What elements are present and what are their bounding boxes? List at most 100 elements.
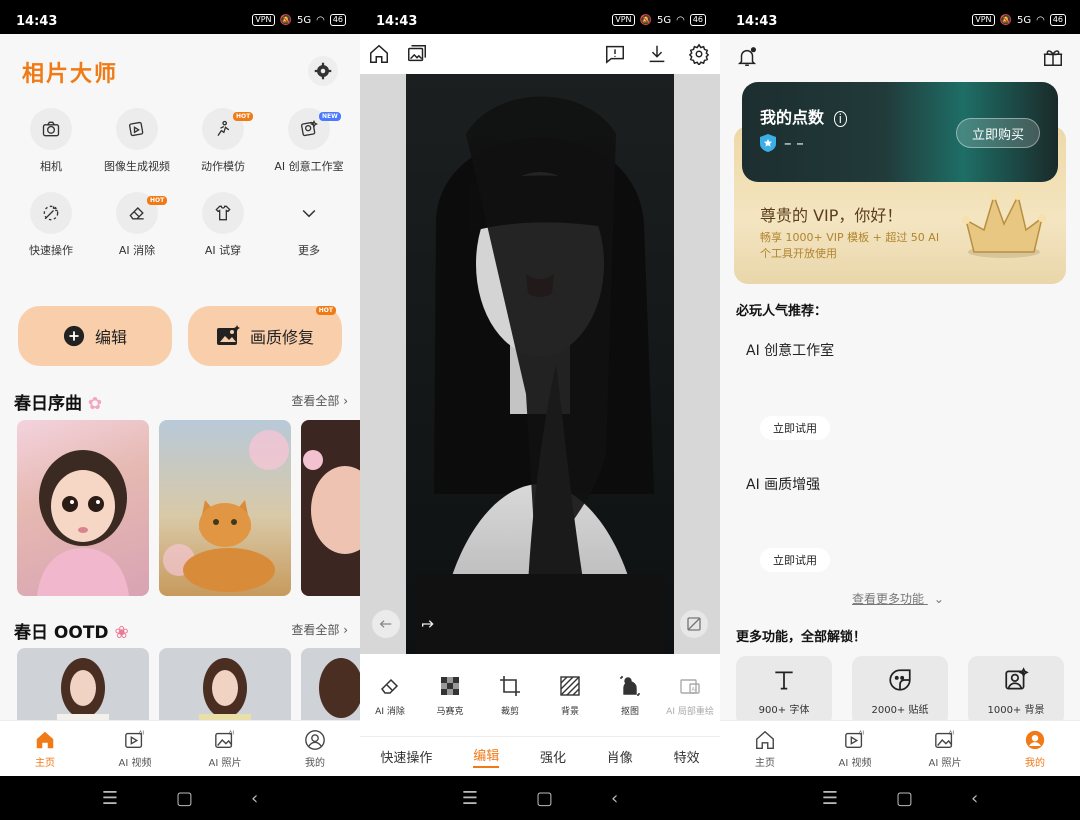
- buy-button[interactable]: 立即购买: [956, 118, 1040, 148]
- tab-ai-photo[interactable]: AI AI 照片: [900, 721, 990, 776]
- menu-icon[interactable]: ☰: [822, 788, 838, 809]
- template-thumbnail: [301, 420, 360, 596]
- template-card[interactable]: [301, 420, 360, 596]
- tab-ai-video[interactable]: AI AI 视频: [810, 721, 900, 776]
- feature-card-fonts[interactable]: 900+ 字体: [736, 656, 832, 726]
- back-icon[interactable]: ‹: [971, 788, 978, 809]
- compare-button[interactable]: [680, 610, 708, 638]
- undo-button[interactable]: [372, 610, 400, 638]
- tool-cutout[interactable]: 抠图: [601, 674, 659, 717]
- tool-crop[interactable]: 裁剪: [481, 674, 539, 717]
- motion-icon: [217, 120, 230, 137]
- template-card[interactable]: [159, 648, 291, 728]
- hot-badge: HOT: [147, 196, 168, 205]
- menu-icon[interactable]: ☰: [462, 788, 478, 809]
- system-nav-bar: ☰ ▢ ‹: [0, 776, 360, 820]
- points-value: – –: [760, 134, 804, 152]
- home-square-icon[interactable]: ▢: [896, 788, 913, 809]
- enhance-button[interactable]: 画质修复 HOT: [188, 306, 342, 366]
- feature-ai-erase[interactable]: AI 消除 HOT: [94, 192, 180, 258]
- template-card[interactable]: [301, 648, 360, 728]
- home-icon[interactable]: [368, 43, 390, 65]
- tab-effects[interactable]: 特效: [674, 747, 700, 766]
- blossom-icon: ✿: [87, 394, 103, 414]
- tab-ai-photo[interactable]: AI AI 照片: [180, 721, 270, 776]
- tab-enhance[interactable]: 强化: [540, 747, 566, 766]
- tab-ai-video[interactable]: AI AI 视频: [90, 721, 180, 776]
- template-card[interactable]: [159, 420, 291, 596]
- recommend-item[interactable]: AI 创意工作室 立即试用: [736, 326, 1064, 450]
- feature-ai-studio[interactable]: AI 创意工作室 NEW: [266, 108, 352, 174]
- gift-icon[interactable]: [1042, 46, 1064, 68]
- mute-icon: 🔕: [639, 14, 652, 26]
- template-thumbnail: [163, 430, 289, 592]
- tab-edit[interactable]: 编辑: [473, 745, 500, 768]
- profile-icon: [305, 729, 325, 750]
- feature-image-to-video[interactable]: 图像生成视频: [94, 108, 180, 174]
- recommend-item[interactable]: AI 画质增强 立即试用: [736, 460, 1064, 584]
- section-title: 春日序曲 ✿: [14, 394, 103, 414]
- feature-quick-actions[interactable]: 快速操作: [8, 192, 94, 258]
- feature-card-stickers[interactable]: 2000+ 贴纸: [852, 656, 948, 726]
- mosaic-icon: [441, 676, 459, 695]
- home-screen: 14:43 VPN 🔕 5G ◠ 46 相片大师 相机 图像生成视频 动作模仿 …: [0, 0, 360, 820]
- chevron-right-icon: ›: [343, 394, 348, 408]
- profile-screen: 14:43 VPN 🔕 5G ◠ 46 尊贵的 VIP，你好！ 畅享 1000+…: [720, 0, 1080, 820]
- feature-label: AI 试穿: [204, 244, 242, 257]
- template-card[interactable]: [17, 420, 149, 596]
- new-badge: NEW: [319, 112, 341, 121]
- profile-icon: [1025, 730, 1045, 749]
- settings-button[interactable]: [308, 56, 338, 86]
- see-all-link[interactable]: 查看全部 ›: [291, 621, 348, 638]
- gallery-icon[interactable]: [406, 43, 428, 65]
- info-icon[interactable]: i: [833, 111, 847, 127]
- feature-card-backgrounds[interactable]: 1000+ 背景: [968, 656, 1064, 726]
- try-button[interactable]: 立即试用: [760, 416, 830, 440]
- redo-icon: [422, 620, 434, 628]
- vpn-icon: VPN: [972, 14, 995, 26]
- svg-text:AI: AI: [229, 730, 235, 736]
- download-icon[interactable]: [646, 43, 668, 65]
- template-card[interactable]: [17, 648, 149, 728]
- see-all-link[interactable]: 查看全部 ›: [291, 392, 348, 409]
- feature-camera[interactable]: 相机: [8, 108, 94, 174]
- feedback-icon[interactable]: [604, 43, 626, 65]
- feature-label: 动作模仿: [201, 160, 245, 173]
- tool-mosaic[interactable]: 马赛克: [421, 674, 479, 717]
- feature-more[interactable]: 更多: [266, 192, 352, 258]
- template-thumbnail: [57, 658, 109, 728]
- edited-photo[interactable]: [406, 74, 674, 654]
- back-icon[interactable]: ‹: [611, 788, 618, 809]
- menu-icon[interactable]: ☰: [102, 788, 118, 809]
- tab-home[interactable]: 主页: [720, 721, 810, 776]
- status-time: 14:43: [376, 14, 418, 29]
- status-bar: 14:43 VPN 🔕 5G ◠ 46: [0, 0, 360, 34]
- back-icon[interactable]: ‹: [251, 788, 258, 809]
- hot-badge: HOT: [315, 306, 336, 315]
- feature-motion[interactable]: 动作模仿 HOT: [180, 108, 266, 174]
- tab-mine[interactable]: 我的: [270, 721, 360, 776]
- recommend-title: 必玩人气推荐：: [736, 304, 828, 319]
- notification-bell-icon[interactable]: [736, 46, 758, 68]
- gear-icon[interactable]: [688, 43, 710, 65]
- feature-label: 相机: [40, 160, 62, 173]
- home-square-icon[interactable]: ▢: [176, 788, 193, 809]
- tab-mine[interactable]: 我的: [990, 721, 1080, 776]
- edit-button[interactable]: 编辑: [18, 306, 172, 366]
- mute-icon: 🔕: [999, 14, 1012, 26]
- tool-ai-erase[interactable]: AI 消除: [361, 674, 419, 717]
- redo-button[interactable]: [414, 610, 442, 638]
- try-button[interactable]: 立即试用: [760, 548, 830, 572]
- more-features-link[interactable]: 查看更多功能 ⌄: [852, 590, 944, 607]
- feature-ai-tryon[interactable]: AI 试穿: [180, 192, 266, 258]
- compare-icon: [687, 617, 701, 631]
- tool-ai-inpaint[interactable]: AI AI 局部重绘: [661, 674, 719, 717]
- tab-home[interactable]: 主页: [0, 721, 90, 776]
- tab-portrait[interactable]: 肖像: [607, 747, 633, 766]
- editor-screen: 14:43 VPN 🔕 5G ◠ 46 AI 消除 马赛克 裁剪 背景 抠图 A…: [360, 0, 720, 820]
- crop-icon: [500, 675, 520, 696]
- home-square-icon[interactable]: ▢: [536, 788, 553, 809]
- tool-background[interactable]: 背景: [541, 674, 599, 717]
- canvas-area[interactable]: [360, 74, 720, 654]
- tab-quick-actions[interactable]: 快速操作: [380, 747, 432, 766]
